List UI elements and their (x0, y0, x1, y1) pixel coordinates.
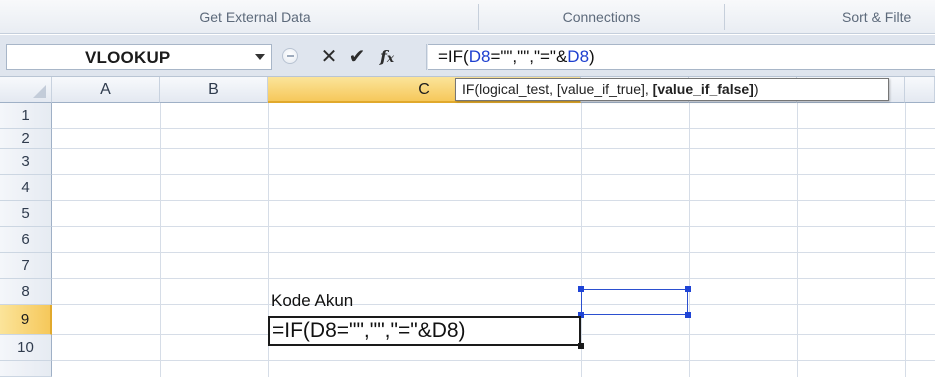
ribbon-group-get-external-data[interactable]: Get External Data (40, 0, 470, 34)
chevron-down-icon[interactable] (255, 54, 265, 60)
row-header-8[interactable]: 8 (0, 279, 52, 305)
grid-line (52, 128, 935, 129)
tooltip-function[interactable]: IF( (462, 81, 479, 97)
column-header-b[interactable]: B (160, 77, 268, 103)
grid-line (905, 103, 906, 377)
formula-middle: ="","","="& (490, 47, 568, 66)
grid-line (52, 304, 935, 305)
ribbon-group-sort-filter[interactable]: Sort & Filte (800, 0, 935, 34)
ribbon-group-connections[interactable]: Connections (479, 0, 724, 34)
fx-icon[interactable]: fx (374, 43, 400, 71)
row-header-1[interactable]: 1 (0, 103, 52, 129)
grid-line (52, 200, 935, 201)
name-box-value: VLOOKUP (85, 48, 171, 67)
formula-input[interactable]: =IF(D8="","","="&D8) (428, 44, 935, 70)
cell-c8[interactable]: Kode Akun (271, 291, 353, 311)
function-tooltip: IF(logical_test, [value_if_true], [value… (455, 78, 889, 101)
tooltip-close: ) (753, 81, 759, 97)
grid-line (52, 252, 935, 253)
row-header[interactable] (0, 361, 52, 377)
row-header-7[interactable]: 7 (0, 253, 52, 279)
formula-reference: D8 (468, 47, 491, 66)
fill-handle[interactable] (578, 343, 584, 349)
row-header-9[interactable]: 9 (0, 305, 52, 335)
column-header[interactable] (905, 77, 935, 103)
grid-line (581, 103, 582, 377)
grid-line (797, 103, 798, 377)
ribbon-group-strip: Get External Data Connections Sort & Fil… (0, 0, 935, 34)
grid-line (52, 148, 935, 149)
tooltip-current-arg: [value_if_false] (652, 81, 754, 97)
grid-line (689, 103, 690, 377)
check-icon[interactable]: ✔ (344, 43, 370, 71)
grid-line (52, 360, 935, 361)
resize-handle[interactable] (685, 312, 691, 318)
formula-prefix: =IF( (438, 47, 469, 66)
formula-suffix: ) (589, 47, 595, 66)
resize-handle[interactable] (578, 286, 584, 292)
name-box[interactable]: VLOOKUP (6, 44, 272, 70)
row-header-10[interactable]: 10 (0, 335, 52, 361)
select-all-corner[interactable] (0, 77, 52, 103)
formula-separator (426, 44, 427, 70)
column-header-a[interactable]: A (52, 77, 160, 103)
grid-line (160, 103, 161, 377)
row-header-6[interactable]: 6 (0, 227, 52, 253)
reference-highlight-d8[interactable] (578, 286, 691, 318)
grid-line (52, 278, 935, 279)
formula-bar-resize-icon[interactable] (282, 48, 298, 64)
grid-line (52, 226, 935, 227)
row-header-5[interactable]: 5 (0, 201, 52, 227)
grid-line (52, 174, 935, 175)
ribbon-separator (724, 4, 725, 30)
active-cell-c9[interactable]: =IF(D8="","","="&D8) (268, 316, 581, 346)
tooltip-args: logical_test, [value_if_true], (479, 81, 653, 97)
resize-handle[interactable] (685, 286, 691, 292)
formula-bar: VLOOKUP ✕ ✔ fx =IF(D8="","","="&D8) (0, 35, 935, 77)
formula-reference: D8 (567, 47, 590, 66)
cross-icon[interactable]: ✕ (316, 43, 342, 71)
row-header-2[interactable]: 2 (0, 129, 52, 149)
row-header-4[interactable]: 4 (0, 175, 52, 201)
row-header-3[interactable]: 3 (0, 149, 52, 175)
cell-c9-edit-text: =IF(D8="","","="&D8) (272, 319, 466, 342)
